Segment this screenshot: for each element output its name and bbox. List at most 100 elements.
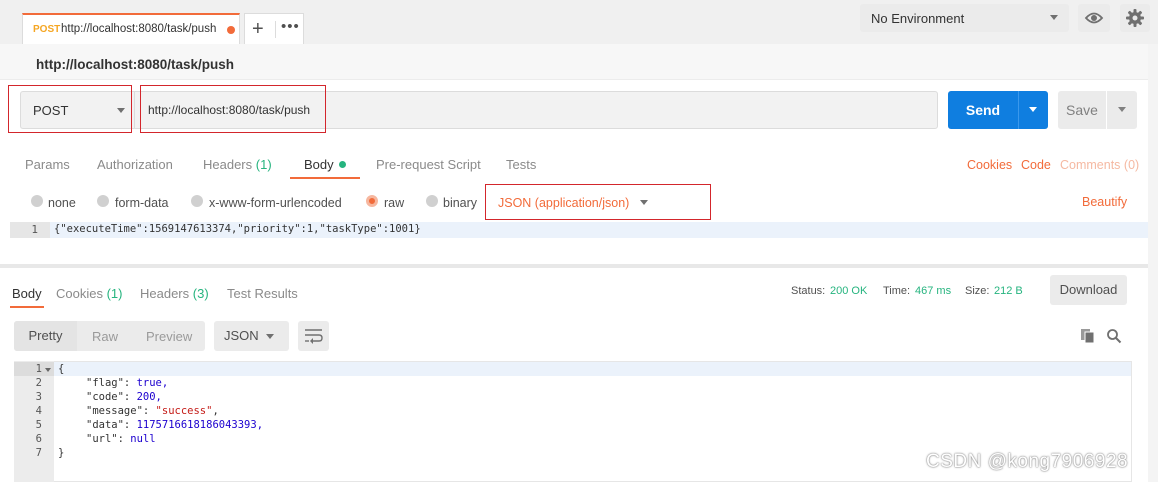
code-line: "url": null — [86, 433, 156, 445]
unsaved-dot-icon — [227, 26, 235, 34]
wrap-lines-button[interactable] — [298, 321, 329, 351]
copy-icon[interactable] — [1080, 328, 1096, 344]
size-label: Size: — [965, 285, 990, 297]
code-line: "data": 1175716618186043393, — [86, 419, 263, 431]
code-line: } — [58, 447, 65, 459]
environment-quick-look-button[interactable] — [1078, 4, 1110, 32]
tab-bar: POST http://localhost:8080/task/push + •… — [0, 0, 1158, 44]
code-link[interactable]: Code — [1021, 158, 1051, 172]
radio-urlencoded[interactable] — [191, 195, 203, 207]
response-tab-cookies-count: (1) — [106, 286, 123, 301]
language-select[interactable]: JSON — [214, 321, 289, 351]
wrap-lines-icon — [305, 329, 323, 344]
request-tab[interactable]: POST http://localhost:8080/task/push — [22, 13, 240, 44]
tab-prerequest-script[interactable]: Pre-request Script — [376, 157, 481, 172]
response-tab-test-results[interactable]: Test Results — [227, 286, 298, 301]
request-body-code[interactable]: {"executeTime":1569147613374,"priority":… — [54, 223, 421, 235]
window-scrollbar[interactable] — [1148, 44, 1158, 482]
request-tab-url: http://localhost:8080/task/push — [61, 23, 217, 35]
size-value[interactable]: 212 B — [994, 285, 1023, 297]
pane-divider[interactable] — [0, 264, 1148, 268]
download-button[interactable]: Download — [1050, 275, 1127, 305]
gear-icon — [1126, 9, 1144, 27]
tab-tools: + ••• — [244, 13, 304, 44]
body-active-dot-icon — [338, 161, 346, 168]
tab-authorization[interactable]: Authorization — [97, 157, 173, 172]
radio-raw[interactable] — [366, 195, 378, 207]
request-tab-method: POST — [33, 24, 61, 35]
json-key: "code": — [86, 391, 131, 403]
radio-form-data-label: form-data — [115, 196, 169, 210]
chevron-down-icon — [266, 334, 274, 339]
pretty-button[interactable]: Pretty — [14, 321, 77, 351]
save-button[interactable]: Save — [1058, 91, 1106, 129]
tab-tests[interactable]: Tests — [506, 157, 536, 172]
response-tab-headers-label: Headers — [140, 286, 190, 301]
line-number: 1 — [35, 363, 42, 375]
url-highlight-box — [140, 85, 326, 133]
cookies-link[interactable]: Cookies — [967, 158, 1012, 172]
active-tab-indicator — [290, 177, 360, 179]
beautify-link[interactable]: Beautify — [1082, 195, 1127, 209]
line-number: 4 — [35, 405, 42, 417]
environment-select[interactable]: No Environment — [860, 4, 1069, 32]
response-tab-headers[interactable]: Headers (3) — [140, 286, 209, 301]
tab-params[interactable]: Params — [25, 157, 70, 172]
preview-button[interactable]: Preview — [146, 329, 192, 344]
status-value[interactable]: 200 OK — [830, 285, 867, 297]
manage-environments-button[interactable] — [1120, 4, 1150, 32]
code-line: "message": "success", — [86, 405, 219, 417]
response-tab-headers-count: (3) — [192, 286, 209, 301]
comments-link[interactable]: Comments (0) — [1060, 158, 1139, 172]
chevron-down-icon — [1050, 15, 1058, 20]
code-line: "code": 200, — [86, 391, 162, 403]
json-value: 1175716618186043393, — [136, 419, 264, 431]
language-value: JSON — [224, 328, 259, 343]
json-value: 200, — [136, 391, 162, 403]
more-tabs-button[interactable]: ••• — [281, 18, 300, 35]
tab-headers[interactable]: Headers (1) — [203, 157, 272, 172]
json-key: "flag": — [86, 377, 131, 389]
chevron-down-icon — [1029, 107, 1037, 112]
json-value: null — [130, 433, 156, 445]
response-tab-cookies[interactable]: Cookies (1) — [56, 286, 122, 301]
line-number: 6 — [35, 433, 42, 445]
send-button[interactable]: Send — [948, 91, 1018, 129]
radio-none[interactable] — [31, 195, 43, 207]
content-type-highlight-box — [485, 184, 711, 220]
save-options-button[interactable] — [1107, 91, 1137, 129]
method-highlight-box — [8, 85, 132, 133]
json-key: "url": — [86, 433, 124, 445]
json-comma: , — [212, 405, 219, 417]
search-icon[interactable] — [1106, 328, 1122, 344]
json-key: "message": — [86, 405, 150, 417]
send-options-button[interactable] — [1018, 91, 1048, 129]
tab-headers-count: (1) — [255, 157, 272, 172]
tab-body-label: Body — [304, 157, 334, 172]
new-tab-button[interactable]: + — [252, 17, 264, 41]
line-number: 1 — [31, 223, 38, 236]
line-number: 2 — [35, 377, 42, 389]
tab-body[interactable]: Body — [304, 157, 346, 172]
request-name[interactable]: http://localhost:8080/task/push — [36, 57, 234, 72]
time-label: Time: — [883, 285, 911, 297]
code-line: { — [58, 363, 65, 375]
code-line: "flag": true, — [86, 377, 168, 389]
raw-button[interactable]: Raw — [92, 329, 118, 344]
tab-headers-label: Headers — [203, 157, 253, 172]
response-tab-body[interactable]: Body — [12, 286, 42, 301]
chevron-down-icon — [1118, 107, 1126, 112]
json-value: "success" — [155, 405, 213, 417]
environment-selected: No Environment — [871, 11, 965, 26]
fold-toggle-icon[interactable] — [45, 368, 51, 372]
radio-binary[interactable] — [426, 195, 438, 207]
status-label: Status: — [791, 285, 826, 297]
eye-icon — [1084, 12, 1104, 24]
radio-raw-label: raw — [384, 196, 405, 210]
radio-none-label: none — [48, 196, 76, 210]
json-key: "data": — [86, 419, 131, 431]
time-value[interactable]: 467 ms — [915, 285, 951, 297]
line-number: 3 — [35, 391, 42, 403]
line-number: 7 — [35, 447, 42, 459]
radio-form-data[interactable] — [97, 195, 109, 207]
